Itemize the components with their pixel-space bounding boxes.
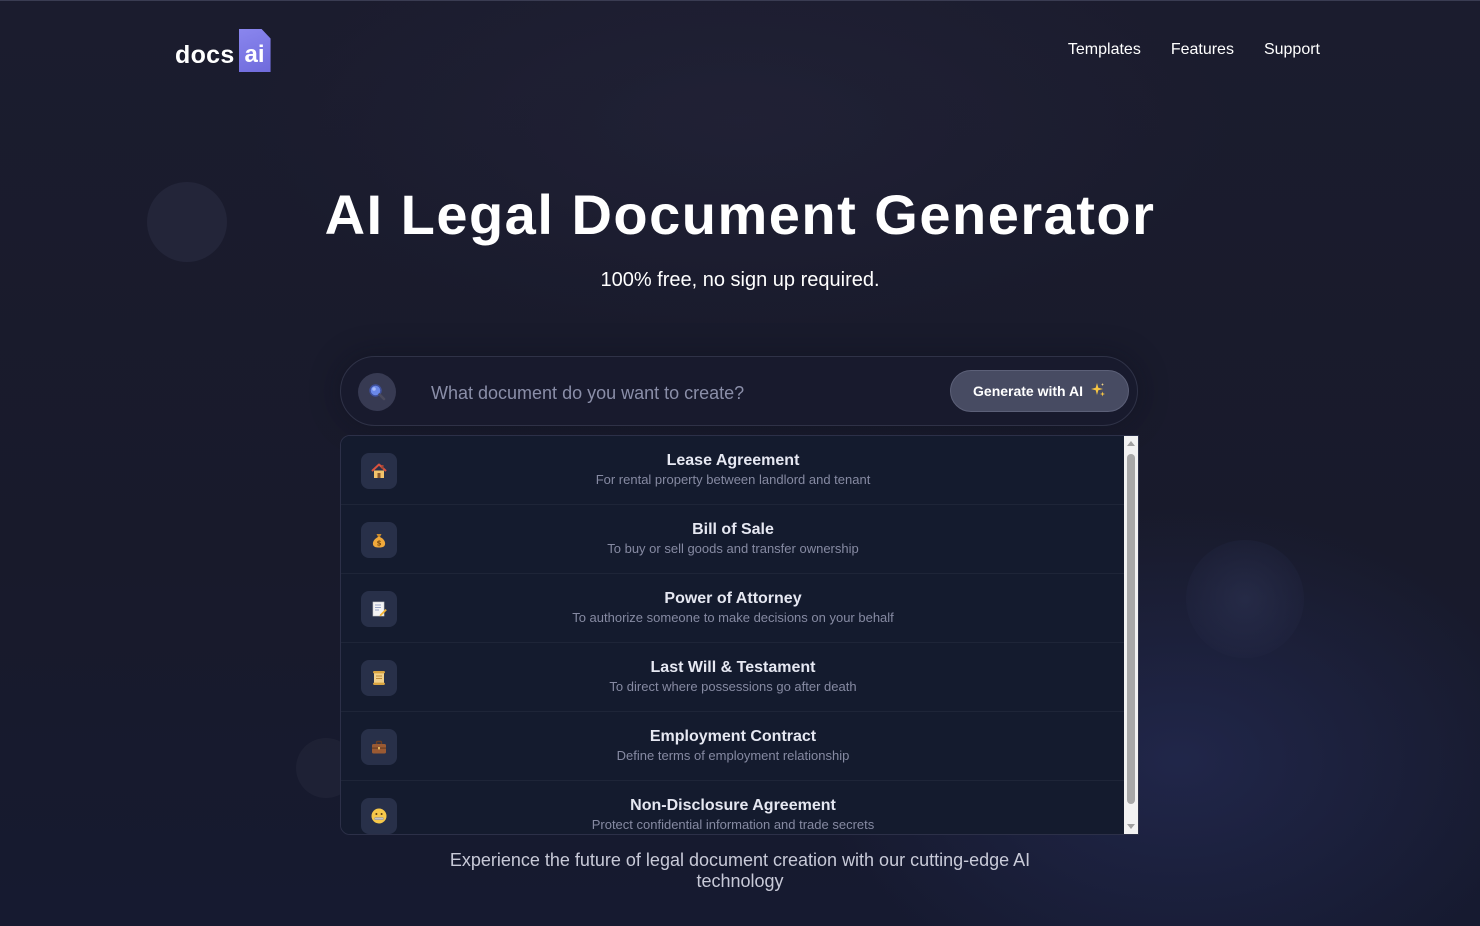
suggestion-bill-of-sale[interactable]: $ Bill of Sale To buy or sell goods and … bbox=[341, 505, 1125, 574]
decorative-circle bbox=[1186, 540, 1304, 658]
suggestion-lease-agreement[interactable]: Lease Agreement For rental property betw… bbox=[341, 436, 1125, 505]
logo[interactable]: docs ai bbox=[175, 28, 271, 72]
suggestion-description: To direct where possessions go after dea… bbox=[609, 679, 857, 694]
suggestion-power-of-attorney[interactable]: Power of Attorney To authorize someone t… bbox=[341, 574, 1125, 643]
sparkles-icon bbox=[1090, 382, 1106, 401]
logo-badge: ai bbox=[238, 29, 271, 72]
scrollbar-thumb[interactable] bbox=[1127, 454, 1135, 804]
suggestion-last-will-testament[interactable]: Last Will & Testament To direct where po… bbox=[341, 643, 1125, 712]
suggestion-title: Last Will & Testament bbox=[650, 659, 816, 676]
logo-word: docs bbox=[175, 41, 235, 69]
suggestions-dropdown: Lease Agreement For rental property betw… bbox=[340, 435, 1139, 835]
scroll-down-arrow-icon[interactable] bbox=[1124, 820, 1138, 834]
document-search-input[interactable] bbox=[429, 377, 933, 409]
suggestion-description: To authorize someone to make decisions o… bbox=[572, 610, 894, 625]
suggestion-title: Power of Attorney bbox=[664, 590, 802, 607]
suggestions-list: Lease Agreement For rental property betw… bbox=[341, 436, 1125, 834]
suggestion-description: For rental property between landlord and… bbox=[595, 472, 871, 487]
page-subtitle: 100% free, no sign up required. bbox=[600, 269, 880, 291]
suggestion-title: Non-Disclosure Agreement bbox=[630, 797, 836, 814]
suggestion-description: Define terms of employment relationship bbox=[616, 748, 850, 763]
magnifier-icon bbox=[358, 373, 396, 411]
generate-button-label: Generate with AI bbox=[973, 383, 1083, 399]
nav-features[interactable]: Features bbox=[1171, 40, 1234, 60]
top-border bbox=[0, 0, 1480, 1]
nav-support[interactable]: Support bbox=[1264, 40, 1320, 60]
suggestion-employment-contract[interactable]: Employment Contract Define terms of empl… bbox=[341, 712, 1125, 781]
generate-with-ai-button[interactable]: Generate with AI bbox=[950, 370, 1129, 412]
suggestion-title: Employment Contract bbox=[649, 728, 817, 745]
nav-templates[interactable]: Templates bbox=[1068, 40, 1141, 60]
search-bar: Generate with AI bbox=[340, 356, 1138, 426]
suggestion-title: Lease Agreement bbox=[666, 452, 800, 469]
main-nav: Templates Features Support bbox=[1068, 40, 1320, 60]
dropdown-scrollbar[interactable] bbox=[1124, 436, 1138, 834]
page: docs ai Templates Features Support AI Le… bbox=[0, 0, 1480, 926]
suggestion-description: Protect confidential information and tra… bbox=[591, 817, 875, 832]
suggestion-description: To buy or sell goods and transfer owners… bbox=[607, 541, 859, 556]
page-title: AI Legal Document Generator bbox=[324, 183, 1156, 246]
scroll-up-arrow-icon[interactable] bbox=[1124, 436, 1138, 450]
suggestion-title: Bill of Sale bbox=[692, 521, 774, 538]
logo-badge-text: ai bbox=[244, 41, 265, 68]
suggestion-non-disclosure-agreement[interactable]: Non-Disclosure Agreement Protect confide… bbox=[341, 781, 1125, 834]
footer-tagline: Experience the future of legal document … bbox=[449, 850, 1031, 891]
